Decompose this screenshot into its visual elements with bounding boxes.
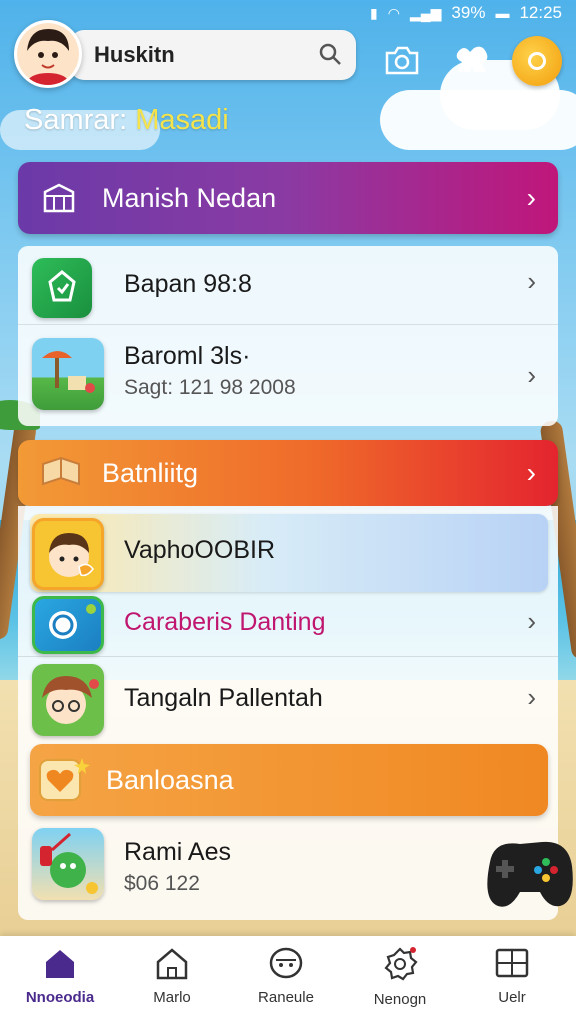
item-subtitle: $06 122 bbox=[124, 872, 200, 895]
camera-icon[interactable] bbox=[382, 40, 422, 80]
chevron-right-icon: › bbox=[526, 457, 536, 488]
item-title: Tangaln Pallentah bbox=[124, 684, 323, 712]
item-title: Rami Aes bbox=[124, 838, 231, 866]
heart-badge-icon bbox=[38, 756, 90, 811]
divider bbox=[18, 656, 558, 657]
nav-item-uelr[interactable]: Uelr bbox=[462, 946, 562, 1006]
chevron-right-icon: › bbox=[526, 182, 536, 213]
greeting: Samrar: Masadi bbox=[24, 104, 229, 137]
search-bar[interactable]: Huskitn bbox=[70, 30, 356, 80]
signal-icon: ▮ bbox=[370, 4, 378, 21]
list-item[interactable]: Baroml 3ls· Sagt: 121 98 2008 › bbox=[18, 334, 558, 424]
nav-label: Nnoeodia bbox=[25, 989, 95, 1006]
grid-icon bbox=[494, 948, 530, 984]
chevron-right-icon: › bbox=[527, 360, 536, 390]
gear-icon bbox=[382, 947, 418, 986]
chevron-right-icon: › bbox=[527, 606, 536, 636]
chevron-right-icon: › bbox=[527, 682, 536, 712]
nav-item-nenogn[interactable]: Nenogn bbox=[350, 946, 450, 1008]
search-text: Huskitn bbox=[94, 42, 175, 67]
battery-icon: ▬ bbox=[495, 5, 510, 21]
nav-label: Raneule bbox=[258, 989, 314, 1006]
home-icon bbox=[42, 950, 78, 984]
character-thumbnail bbox=[32, 518, 104, 590]
book-icon bbox=[40, 454, 82, 497]
list-item[interactable]: Tangaln Pallentah › bbox=[18, 660, 558, 738]
house-outline-icon bbox=[154, 948, 190, 984]
puzzle-icon[interactable] bbox=[452, 40, 492, 80]
greeting-prefix: Samrar: bbox=[24, 104, 128, 136]
coin-button[interactable] bbox=[512, 36, 562, 86]
item-title: Bapan 98:8 bbox=[124, 270, 252, 298]
list-item[interactable]: VaphoOOBIR bbox=[18, 514, 558, 592]
section-banner-2[interactable]: Batnliitg › bbox=[18, 440, 558, 506]
item-subtitle: Sagt: 121 98 2008 bbox=[124, 376, 296, 399]
wifi-icon: ◠ bbox=[387, 4, 400, 21]
item-title: VaphoOOBIR bbox=[124, 536, 276, 564]
list-item[interactable]: Bapan 98:8 › bbox=[18, 248, 558, 324]
nav-label: Uelr bbox=[498, 989, 526, 1006]
section-title: Banloasna bbox=[106, 764, 234, 795]
nav-item-marlo[interactable]: Marlo bbox=[122, 946, 222, 1006]
divider bbox=[18, 324, 558, 325]
app-icon-blue bbox=[32, 596, 104, 654]
building-icon bbox=[42, 182, 76, 221]
section-banner-1[interactable]: Manish Nedan › bbox=[18, 162, 558, 234]
section-title: Manish Nedan bbox=[102, 182, 277, 213]
character-thumbnail bbox=[32, 664, 104, 736]
section-banner-3[interactable]: Banloasna bbox=[30, 744, 548, 816]
face-icon bbox=[268, 947, 304, 984]
greeting-name: Masadi bbox=[135, 104, 229, 136]
cell-signal-icon: ▂▄▆ bbox=[409, 4, 442, 21]
section-title: Batnliitg bbox=[102, 457, 199, 488]
item-title: Baroml 3ls· bbox=[124, 342, 251, 370]
clock: 12:25 bbox=[519, 3, 562, 22]
nav-item-raneule[interactable]: Raneule bbox=[236, 946, 336, 1006]
list-item[interactable]: Rami Aes $06 122 bbox=[18, 826, 558, 910]
list-item[interactable]: Caraberis Danting › bbox=[18, 594, 558, 656]
status-bar: ▮ ◠ ▂▄▆ 39% ▬ 12:25 bbox=[0, 0, 576, 26]
beach-thumbnail bbox=[32, 338, 104, 410]
search-icon[interactable] bbox=[318, 42, 342, 71]
bottom-nav: Nnoeodia Marlo Raneule Nenogn Uelr bbox=[0, 936, 576, 1024]
nav-label: Nenogn bbox=[373, 991, 427, 1008]
coin-icon bbox=[528, 52, 546, 70]
item-title: Caraberis Danting bbox=[124, 608, 326, 636]
game-thumbnail bbox=[32, 828, 104, 900]
nav-item-home[interactable]: Nnoeodia bbox=[10, 946, 110, 1006]
gamepad-icon bbox=[480, 822, 576, 922]
nav-label: Marlo bbox=[153, 989, 191, 1006]
app-icon-green bbox=[32, 258, 92, 318]
chevron-right-icon: › bbox=[527, 266, 536, 296]
avatar[interactable] bbox=[14, 20, 82, 88]
battery-level: 39% bbox=[451, 3, 486, 22]
